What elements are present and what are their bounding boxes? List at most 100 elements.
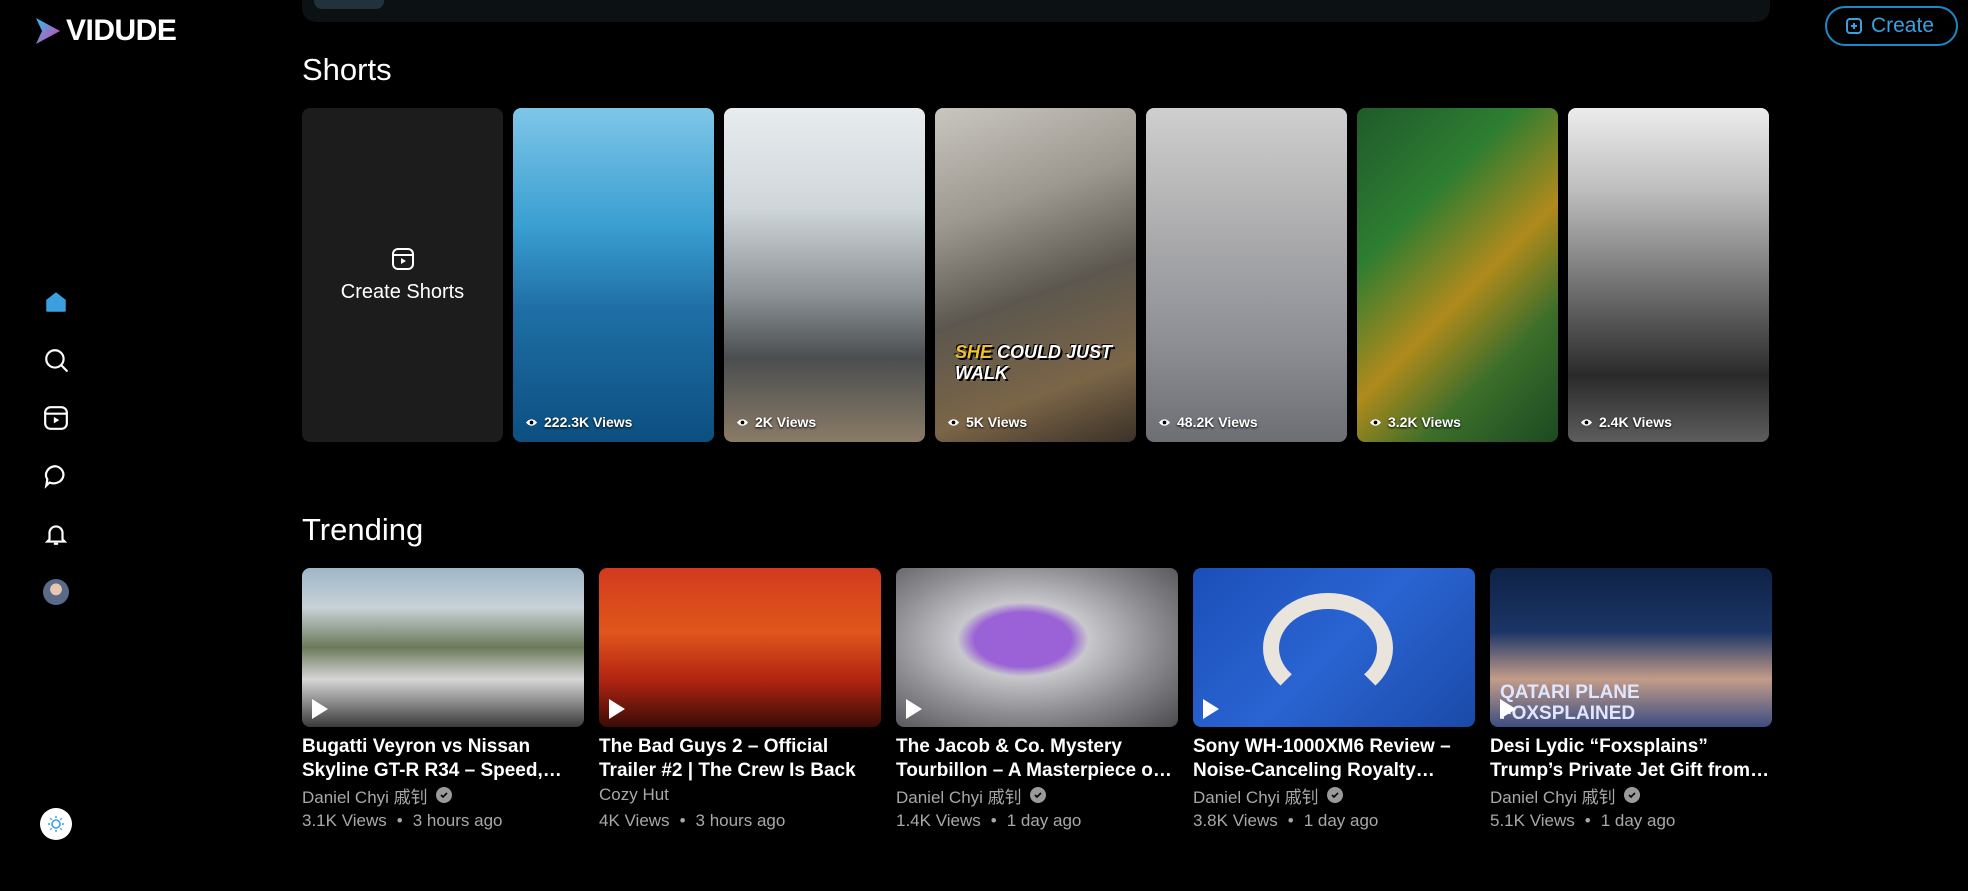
video-card[interactable]: The Bad Guys 2 – Official Trailer #2 | T… <box>599 568 881 831</box>
channel-label: Cozy Hut <box>599 785 669 804</box>
eye-icon <box>525 418 538 426</box>
video-title[interactable]: The Bad Guys 2 – Official Trailer #2 | T… <box>599 735 881 783</box>
video-meta: 3.1K Views • 3 hours ago <box>302 811 503 830</box>
brand-name: VIDUDE <box>66 14 177 47</box>
verified-icon <box>435 787 452 803</box>
video-thumbnail[interactable] <box>599 568 881 727</box>
top-search-bar[interactable] <box>302 0 1770 22</box>
video-thumbnail[interactable] <box>302 568 584 727</box>
verified-icon <box>1326 787 1343 803</box>
create-button-label: Create <box>1870 14 1934 37</box>
channel-label: Daniel Chyi 戚钊 <box>1193 787 1319 807</box>
bell-icon <box>44 525 68 545</box>
sidebar-item-profile[interactable] <box>36 572 76 612</box>
sidebar-item-notifications[interactable] <box>36 514 76 554</box>
short-views: 2.4K Views <box>1580 414 1672 430</box>
video-meta: 1.4K Views • 1 day ago <box>896 811 1082 830</box>
sidebar-item-chat[interactable] <box>36 456 76 496</box>
video-card[interactable]: The Jacob & Co. Mystery Tourbillon – A M… <box>896 568 1178 831</box>
play-icon <box>1500 699 1516 719</box>
video-title[interactable]: Bugatti Veyron vs Nissan Skyline GT-R R3… <box>302 735 584 783</box>
shorts-section-title: Shorts <box>302 52 392 87</box>
play-icon <box>312 699 328 719</box>
video-card[interactable]: Bugatti Veyron vs Nissan Skyline GT-R R3… <box>302 568 584 831</box>
shorts-icon <box>391 247 414 270</box>
short-views: 222.3K Views <box>525 414 632 430</box>
sidebar-item-search[interactable] <box>36 340 76 380</box>
short-views-label: 2.4K Views <box>1599 414 1672 430</box>
shorts-row: Create Shorts 222.3K Views 2K Views SHE … <box>302 108 1769 442</box>
home-icon <box>46 292 66 312</box>
logo[interactable]: VIDUDE <box>34 14 177 48</box>
short-overlay-caption: SHE COULD JUST WALK <box>955 342 1136 384</box>
short-card[interactable]: 222.3K Views <box>513 108 714 442</box>
create-button[interactable]: Create <box>1824 6 1958 46</box>
category-chip[interactable] <box>314 0 384 9</box>
channel-name[interactable]: Cozy Hut <box>599 783 881 807</box>
eye-icon <box>1580 418 1593 426</box>
thumbnail-caption: QATARI PLANE FOXSPLAINED <box>1500 682 1640 724</box>
short-views: 48.2K Views <box>1158 414 1258 430</box>
eye-icon <box>947 418 960 426</box>
video-thumbnail[interactable] <box>896 568 1178 727</box>
video-views: 3.1K Views <box>302 811 387 830</box>
video-card[interactable]: Sony WH-1000XM6 Review – Noise-Canceling… <box>1193 568 1475 831</box>
video-views: 1.4K Views <box>896 811 981 830</box>
video-age: 3 hours ago <box>695 811 786 830</box>
headphones-graphic <box>1263 593 1393 703</box>
channel-name[interactable]: Daniel Chyi 戚钊 <box>1490 783 1772 807</box>
chat-icon <box>44 465 65 489</box>
video-title[interactable]: Sony WH-1000XM6 Review – Noise-Canceling… <box>1193 735 1475 783</box>
channel-name[interactable]: Daniel Chyi 戚钊 <box>896 783 1178 807</box>
short-views-label: 48.2K Views <box>1177 414 1258 430</box>
eye-icon <box>1369 418 1382 426</box>
video-title[interactable]: The Jacob & Co. Mystery Tourbillon – A M… <box>896 735 1178 783</box>
video-age: 3 hours ago <box>412 811 503 830</box>
video-age: 1 day ago <box>1600 811 1676 830</box>
video-meta: 5.1K Views • 1 day ago <box>1490 811 1676 830</box>
channel-name[interactable]: Daniel Chyi 戚钊 <box>302 783 584 807</box>
sun-icon <box>48 816 64 832</box>
channel-label: Daniel Chyi 戚钊 <box>896 787 1022 807</box>
create-shorts-card[interactable]: Create Shorts <box>302 108 503 442</box>
video-title[interactable]: Desi Lydic “Foxsplains” Trump’s Private … <box>1490 735 1772 783</box>
short-views: 2K Views <box>736 414 816 430</box>
search-icon <box>45 349 68 372</box>
short-card[interactable]: 2.4K Views <box>1568 108 1769 442</box>
play-icon <box>906 699 922 719</box>
trending-section-title: Trending <box>302 512 424 547</box>
avatar <box>43 579 69 605</box>
logo-icon <box>36 18 60 44</box>
video-meta: 3.8K Views • 1 day ago <box>1193 811 1379 830</box>
short-views-label: 5K Views <box>966 414 1028 430</box>
verified-icon <box>1029 787 1046 803</box>
shorts-icon <box>44 406 68 430</box>
short-card[interactable]: 2K Views <box>724 108 925 442</box>
short-card[interactable]: SHE COULD JUST WALK 5K Views <box>935 108 1136 442</box>
video-meta: 4K Views • 3 hours ago <box>599 811 786 830</box>
eye-icon <box>736 418 749 426</box>
sidebar-item-home[interactable] <box>36 282 76 322</box>
theme-toggle-button[interactable] <box>40 808 72 840</box>
overlay-yellow-text: SHE <box>955 342 993 362</box>
video-views: 4K Views <box>599 811 670 830</box>
video-views: 3.8K Views <box>1193 811 1278 830</box>
sidebar <box>36 282 76 630</box>
short-views-label: 222.3K Views <box>544 414 633 430</box>
short-views-label: 2K Views <box>755 414 817 430</box>
video-thumbnail[interactable] <box>1193 568 1475 727</box>
short-views-label: 3.2K Views <box>1388 414 1461 430</box>
video-views: 5.1K Views <box>1490 811 1575 830</box>
channel-name[interactable]: Daniel Chyi 戚钊 <box>1193 783 1475 807</box>
short-card[interactable]: 3.2K Views <box>1357 108 1558 442</box>
video-age: 1 day ago <box>1303 811 1379 830</box>
play-icon <box>609 699 625 719</box>
short-card[interactable]: 48.2K Views <box>1146 108 1347 442</box>
video-thumbnail[interactable]: QATARI PLANE FOXSPLAINED <box>1490 568 1772 727</box>
eye-icon <box>1158 418 1171 426</box>
short-views: 3.2K Views <box>1369 414 1461 430</box>
verified-icon <box>1623 787 1640 803</box>
sidebar-item-shorts[interactable] <box>36 398 76 438</box>
video-card[interactable]: QATARI PLANE FOXSPLAINED Desi Lydic “Fox… <box>1490 568 1772 831</box>
create-icon <box>1845 18 1862 34</box>
